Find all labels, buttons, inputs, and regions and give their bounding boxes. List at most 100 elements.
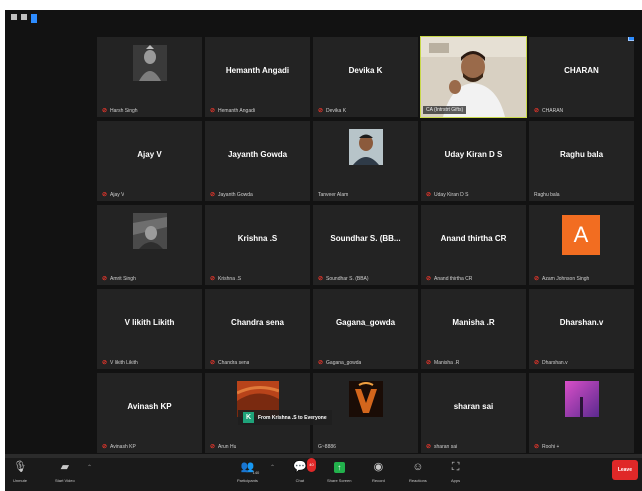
participant-tile[interactable]: Ajay V ⊘ Ajay V xyxy=(97,121,202,201)
participant-label: ⊘ Ajay V xyxy=(102,191,125,199)
participant-label: ⊘ Chandra sena xyxy=(210,359,250,367)
participant-label: ⊘ CHARAN xyxy=(534,107,564,115)
profile-photo xyxy=(565,381,599,417)
participant-name: Uday Kiran D S xyxy=(444,150,503,159)
apps-button[interactable]: ⛶ Apps xyxy=(451,460,460,483)
mic-off-icon: ⊘ xyxy=(426,276,432,282)
participant-tile[interactable]: ⊘ Roohi + xyxy=(529,373,634,453)
chat-notification[interactable]: K From Krishna .S to Everyone xyxy=(238,410,332,425)
participant-tile[interactable]: Krishna .S ⊘ Krishna .S xyxy=(205,205,310,285)
gallery-view-icon[interactable] xyxy=(31,14,37,23)
participant-tile[interactable]: Raghu bala Raghu bala xyxy=(529,121,634,201)
profile-photo xyxy=(133,45,167,81)
participant-tile[interactable]: Chandra sena ⊘ Chandra sena xyxy=(205,289,310,369)
participant-tile[interactable]: Anand thirtha CR ⊘ Anand thirtha CR xyxy=(421,205,526,285)
view-mode-icons[interactable] xyxy=(11,14,37,23)
participant-tile[interactable]: Tanveer Alam xyxy=(313,121,418,201)
participant-label: ⊘ Dharshan.v xyxy=(534,359,568,367)
participant-name: Gagana_gowda xyxy=(335,318,396,327)
video-off-icon: ▰ xyxy=(60,461,70,473)
participants-button[interactable]: 👥 140 Participants xyxy=(237,460,260,483)
participants-options-caret[interactable]: ⌃ xyxy=(270,464,275,471)
participant-label: Tanveer Alam xyxy=(318,192,349,198)
participant-tile[interactable]: Dharshan.v ⊘ Dharshan.v xyxy=(529,289,634,369)
participant-label: ⊘ Avinash KP xyxy=(102,443,136,451)
participant-tile[interactable]: Avinash KP ⊘ Avinash KP xyxy=(97,373,202,453)
participant-label: ⊘ Krishna .S xyxy=(210,275,242,283)
mic-off-icon: ⊘ xyxy=(534,108,540,114)
mic-off-icon: ⊘ xyxy=(210,276,216,282)
participant-name: CHARAN xyxy=(564,66,599,75)
mic-off-icon: ⊘ xyxy=(210,444,216,450)
participant-label: ⊘ Arun Hu xyxy=(210,443,237,451)
participant-label: ⊘ sharan sai xyxy=(426,443,458,451)
participant-label: ⊘ Soundhar S. (BBA) xyxy=(318,275,369,283)
record-button[interactable]: ◉ Record xyxy=(372,460,385,483)
mic-off-icon: ⊘ xyxy=(102,444,108,450)
mic-off-icon: ⊘ xyxy=(426,444,432,450)
share-screen-button[interactable]: ↑ Share Screen xyxy=(327,460,351,483)
meeting-window: ⊘ Harsh Singh Hemanth Angadi ⊘ Hemanth Ang… xyxy=(5,10,642,491)
video-options-caret[interactable]: ⌃ xyxy=(87,464,92,471)
participant-tile[interactable]: CHARAN ⊘ CHARAN xyxy=(529,37,634,117)
participant-tile[interactable]: Gagana_gowda ⊘ Gagana_gowda xyxy=(313,289,418,369)
view-icon[interactable] xyxy=(11,14,17,20)
camera-video xyxy=(421,37,526,117)
audio-options-caret[interactable]: ⌃ xyxy=(21,464,26,471)
participant-label: ⊘ Hemanth Angadi xyxy=(210,107,256,115)
participant-tile[interactable]: sharan sai ⊘ sharan sai xyxy=(421,373,526,453)
participant-label: G~8886 xyxy=(318,444,336,450)
profile-photo xyxy=(349,129,383,165)
mic-off-icon: ⊘ xyxy=(534,276,540,282)
participant-tile[interactable]: Uday Kiran D S ⊘ Uday Kiran D S xyxy=(421,121,526,201)
page-badge[interactable] xyxy=(628,37,634,41)
participant-name: Devika K xyxy=(348,66,383,75)
participant-label: ⊘ Uday Kiran D S xyxy=(426,191,469,199)
reactions-button[interactable]: ☺ Reactions xyxy=(409,460,427,483)
leave-button[interactable]: Leave xyxy=(611,460,638,480)
mic-off-icon: ⊘ xyxy=(426,192,432,198)
mic-off-icon: ⊘ xyxy=(318,360,324,366)
participant-label: ⊘ Jayanth Gowda xyxy=(210,191,253,199)
letter-avatar: A xyxy=(562,215,600,255)
participant-tile-active-speaker[interactable]: CA (Intrstrt Gifts) xyxy=(420,36,527,118)
participant-name: Hemanth Angadi xyxy=(225,66,290,75)
chat-notification-text: From Krishna .S to Everyone xyxy=(258,414,327,421)
mic-off-icon: ⊘ xyxy=(102,276,108,282)
profile-photo xyxy=(349,381,383,417)
participant-label: ⊘ Roohi + xyxy=(534,443,560,451)
chat-unread-badge: 40 xyxy=(307,458,316,472)
participant-tile[interactable]: ⊘ Amrit Singh xyxy=(97,205,202,285)
profile-photo xyxy=(133,213,167,249)
participant-grid: ⊘ Harsh Singh Hemanth Angadi ⊘ Hemanth Ang… xyxy=(97,36,634,455)
participant-tile[interactable]: V likith Likith ⊘ V likith Likith xyxy=(97,289,202,369)
participant-label: ⊘ Anand thirtha CR xyxy=(426,275,473,283)
participants-count: 140 xyxy=(252,470,260,475)
participant-tile[interactable]: Manisha .R ⊘ Manisha .R xyxy=(421,289,526,369)
apps-icon: ⛶ xyxy=(451,461,460,473)
mic-off-icon: ⊘ xyxy=(210,108,216,114)
participant-tile[interactable]: A ⊘ Azam Johnson Singh xyxy=(529,205,634,285)
participant-tile[interactable]: Hemanth Angadi ⊘ Hemanth Angadi xyxy=(205,37,310,117)
participant-tile[interactable]: Soundhar S. (BB... ⊘ Soundhar S. (BBA) xyxy=(313,205,418,285)
participant-name: Soundhar S. (BB... xyxy=(330,234,401,243)
participant-tile[interactable]: ⊘ Harsh Singh xyxy=(97,37,202,117)
chat-icon: 💬 40 xyxy=(293,458,316,475)
record-icon: ◉ xyxy=(373,461,384,473)
participant-name: Jayanth Gowda xyxy=(227,150,288,159)
start-video-button[interactable]: ▰ Start Video xyxy=(55,460,75,483)
chat-sender-avatar: K xyxy=(243,412,254,423)
meeting-toolbar: 🎙 Unmute ⌃ ▰ Start Video ⌃ 👥 140 Particip… xyxy=(5,458,642,491)
mic-off-icon: ⊘ xyxy=(318,108,324,114)
participant-tile[interactable]: Jayanth Gowda ⊘ Jayanth Gowda xyxy=(205,121,310,201)
chat-button[interactable]: 💬 40 Chat xyxy=(293,458,316,483)
participant-name: Anand thirtha CR xyxy=(440,234,507,243)
participant-name: Krishna .S xyxy=(237,234,278,243)
participant-label: ⊘ Gagana_gowda xyxy=(318,359,362,367)
view-icon[interactable] xyxy=(21,14,27,20)
participant-name: Avinash KP xyxy=(127,402,172,411)
participant-tile[interactable]: Devika K ⊘ Devika K xyxy=(313,37,418,117)
mic-off-icon: ⊘ xyxy=(210,360,216,366)
participant-name: sharan sai xyxy=(453,402,494,411)
participant-name: V likith Likith xyxy=(124,318,175,327)
